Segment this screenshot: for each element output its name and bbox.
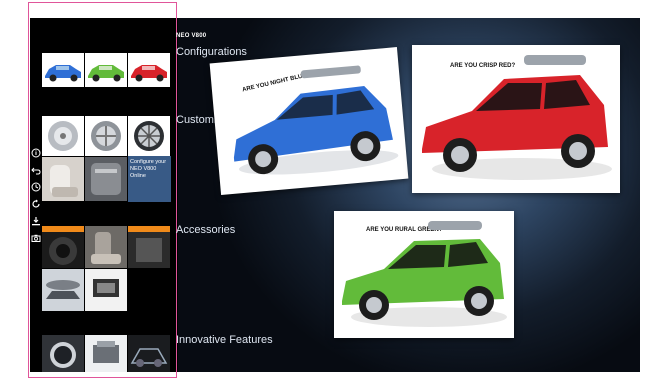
camera-icon[interactable] — [30, 230, 42, 245]
thumb-accessory-cargo[interactable] — [85, 269, 127, 311]
section-configurations[interactable]: Configurations — [176, 46, 247, 58]
color-card-red[interactable]: ARE YOU CRISP RED? — [412, 45, 620, 193]
section-accessories[interactable]: Accessories — [176, 224, 235, 236]
history-icon[interactable] — [30, 179, 42, 194]
left-margin — [0, 0, 30, 381]
download-icon[interactable] — [30, 213, 42, 228]
thumb-interior-1[interactable] — [42, 157, 84, 201]
thumb-wheel-2[interactable] — [85, 116, 127, 156]
color-card-green[interactable]: ARE YOU RURAL GREEN? — [334, 211, 514, 338]
thumb-wheel-3[interactable] — [128, 116, 170, 156]
thumb-feature-chassis[interactable] — [128, 335, 170, 372]
right-margin — [640, 0, 654, 381]
bottom-margin — [0, 372, 654, 381]
thumb-interior-2[interactable] — [85, 157, 127, 201]
thumb-accessory-tires[interactable] — [42, 226, 84, 268]
thumb-accessory-seats[interactable] — [85, 226, 127, 268]
top-margin — [0, 0, 654, 18]
info-icon[interactable] — [30, 145, 42, 160]
thumb-accessory-roofbox[interactable] — [42, 269, 84, 311]
section-innovative-features[interactable]: Innovative Features — [176, 334, 273, 346]
configure-online-button[interactable]: Configure your NEO V800 Online — [128, 156, 171, 202]
brand-model: NEO V800 — [176, 33, 207, 39]
thumb-config-red[interactable] — [128, 53, 170, 87]
thumb-feature-startstop[interactable] — [42, 335, 84, 372]
vertical-toolbar — [30, 145, 42, 245]
thumb-accessory-console[interactable] — [128, 226, 170, 268]
thumb-config-green[interactable] — [85, 53, 127, 87]
thumb-wheel-1[interactable] — [42, 116, 84, 156]
back-icon[interactable] — [30, 162, 42, 177]
refresh-icon[interactable] — [30, 196, 42, 211]
thumb-config-blue[interactable] — [42, 53, 84, 87]
color-card-blue[interactable]: ARE YOU NIGHT BLUE? — [209, 47, 409, 195]
thumb-feature-engine[interactable] — [85, 335, 127, 372]
